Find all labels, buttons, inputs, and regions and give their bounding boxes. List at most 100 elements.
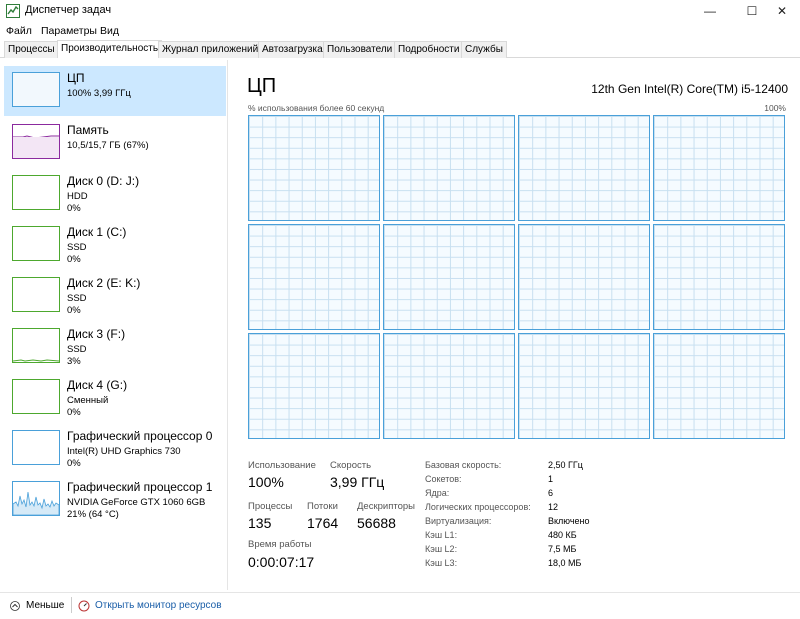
- sidebar-item-label: Диск 3 (F:): [67, 327, 126, 341]
- handles-value: 56688: [357, 515, 396, 531]
- spec-value: 12: [548, 502, 559, 512]
- disk-thumbnail-graph: [12, 175, 60, 210]
- uptime-value: 0:00:07:17: [248, 554, 315, 570]
- cpu-core-graph: [248, 115, 380, 221]
- spec-label: Логических процессоров:: [425, 502, 531, 512]
- menu-parameters[interactable]: Параметры: [41, 25, 97, 37]
- sidebar-item-detail: 0%: [67, 203, 81, 214]
- sidebar-item-gpu-1[interactable]: Графический процессор 1 NVIDIA GeForce G…: [4, 475, 226, 525]
- menu-file[interactable]: Файл: [6, 25, 32, 37]
- logical-processor-graphs: [248, 115, 786, 441]
- disk-activity-line: [12, 359, 60, 362]
- sidebar-item-detail: 3%: [67, 356, 81, 367]
- sidebar-item-label: Память: [67, 123, 109, 137]
- cpu-core-graph: [518, 224, 650, 330]
- sidebar-item-label: Диск 2 (E: K:): [67, 276, 141, 290]
- menu-view[interactable]: Вид: [100, 25, 119, 37]
- chevron-up-icon[interactable]: [10, 601, 20, 611]
- spec-label: Сокетов:: [425, 474, 462, 484]
- cpu-core-graph: [653, 224, 785, 330]
- cpu-core-graph: [248, 333, 380, 439]
- usage-value: 100%: [248, 474, 284, 490]
- sidebar-item-detail: 0%: [67, 305, 81, 316]
- task-manager-icon: [6, 4, 20, 18]
- threads-label: Потоки: [307, 501, 338, 512]
- sidebar-item-model: NVIDIA GeForce GTX 1060 6GB: [67, 497, 206, 508]
- fewer-details-button[interactable]: Меньше: [26, 600, 64, 611]
- graph-axis-max: 100%: [764, 103, 786, 113]
- sidebar-item-gpu-0[interactable]: Графический процессор 0 Intel(R) UHD Gra…: [4, 424, 226, 474]
- sidebar-item-memory[interactable]: Память 10,5/15,7 ГБ (67%): [4, 118, 226, 168]
- sidebar-item-type: SSD: [67, 344, 87, 355]
- cpu-core-graph: [383, 115, 515, 221]
- tab-services[interactable]: Службы: [461, 41, 507, 58]
- usage-label: Использование: [248, 460, 316, 471]
- spec-label: Виртуализация:: [425, 516, 492, 526]
- cpu-core-graph: [518, 333, 650, 439]
- tab-performance[interactable]: Производительность: [57, 40, 163, 58]
- sidebar-item-label: Диск 0 (D: J:): [67, 174, 140, 188]
- menu-bar: Файл Параметры Вид: [0, 22, 800, 40]
- sidebar-item-detail: 0%: [67, 458, 81, 469]
- sidebar-item-detail: 10,5/15,7 ГБ (67%): [67, 140, 149, 151]
- disk-thumbnail-graph: [12, 328, 60, 363]
- gpu-thumbnail-graph: [12, 481, 60, 516]
- tab-users[interactable]: Пользователи: [323, 41, 397, 58]
- cpu-detail-panel: ЦП 12th Gen Intel(R) Core(TM) i5-12400 %…: [230, 60, 800, 590]
- gpu-thumbnail-graph: [12, 430, 60, 465]
- spec-value: Включено: [548, 516, 590, 526]
- sidebar-item-detail: 0%: [67, 407, 81, 418]
- processes-label: Процессы: [248, 501, 293, 512]
- spec-label: Кэш L3:: [425, 558, 458, 568]
- tab-processes[interactable]: Процессы: [4, 41, 59, 58]
- minimize-button[interactable]: —: [690, 0, 730, 22]
- sidebar-item-disk-1[interactable]: Диск 1 (C:) SSD 0%: [4, 220, 226, 270]
- processes-value: 135: [248, 515, 272, 531]
- sidebar-item-disk-3[interactable]: Диск 3 (F:) SSD 3%: [4, 322, 226, 372]
- cpu-core-graph: [653, 333, 785, 439]
- cpu-core-graph: [383, 333, 515, 439]
- sidebar-item-cpu[interactable]: ЦП 100% 3,99 ГГц: [4, 66, 226, 116]
- resource-monitor-icon[interactable]: [78, 600, 90, 612]
- sidebar-item-disk-4[interactable]: Диск 4 (G:) Сменный 0%: [4, 373, 226, 423]
- memory-thumbnail-graph: [12, 124, 60, 159]
- sidebar-item-disk-2[interactable]: Диск 2 (E: K:) SSD 0%: [4, 271, 226, 321]
- resource-sidebar: ЦП 100% 3,99 ГГц Память 10,5/15,7 ГБ (67…: [0, 60, 228, 590]
- spec-value: 18,0 МБ: [548, 558, 582, 568]
- speed-value: 3,99 ГГц: [330, 474, 385, 490]
- sidebar-item-label: Графический процессор 1: [67, 480, 213, 494]
- window-title: Диспетчер задач: [25, 4, 112, 16]
- title-bar: Диспетчер задач — ☐ ✕: [0, 0, 800, 22]
- open-resource-monitor-link[interactable]: Открыть монитор ресурсов: [95, 600, 222, 611]
- sidebar-item-detail: 0%: [67, 254, 81, 265]
- sidebar-item-label: Графический процессор 0: [67, 429, 213, 443]
- tab-details[interactable]: Подробности: [394, 41, 464, 58]
- spec-value: 6: [548, 488, 554, 498]
- sidebar-item-label: Диск 4 (G:): [67, 378, 128, 392]
- sidebar-item-type: SSD: [67, 242, 87, 253]
- speed-label: Скорость: [330, 460, 372, 471]
- tab-app-history[interactable]: Журнал приложений: [158, 41, 263, 58]
- graph-axis-label: % использования более 60 секунд: [248, 103, 385, 113]
- footer-bar: Меньше Открыть монитор ресурсов: [0, 592, 800, 619]
- spec-value: 1: [548, 474, 554, 484]
- footer-divider: [71, 597, 72, 613]
- tab-startup[interactable]: Автозагрузка: [258, 41, 327, 58]
- spec-label: Ядра:: [425, 488, 450, 498]
- sidebar-item-detail: 100% 3,99 ГГц: [67, 88, 131, 99]
- spec-label: Базовая скорость:: [425, 460, 502, 470]
- cpu-thumbnail-graph: [12, 72, 60, 107]
- sidebar-item-disk-0[interactable]: Диск 0 (D: J:) HDD 0%: [4, 169, 226, 219]
- memory-usage-line: [13, 135, 59, 158]
- threads-value: 1764: [307, 515, 339, 531]
- spec-label: Кэш L1:: [425, 530, 458, 540]
- handles-label: Дескрипторы: [357, 501, 415, 512]
- gpu-activity-line: [12, 491, 60, 516]
- sidebar-item-type: HDD: [67, 191, 88, 202]
- sidebar-item-model: Intel(R) UHD Graphics 730: [67, 446, 181, 457]
- sidebar-item-type: SSD: [67, 293, 87, 304]
- close-button[interactable]: ✕: [762, 0, 800, 22]
- sidebar-item-type: Сменный: [67, 395, 109, 406]
- spec-value: 480 КБ: [548, 530, 577, 540]
- cpu-core-graph: [383, 224, 515, 330]
